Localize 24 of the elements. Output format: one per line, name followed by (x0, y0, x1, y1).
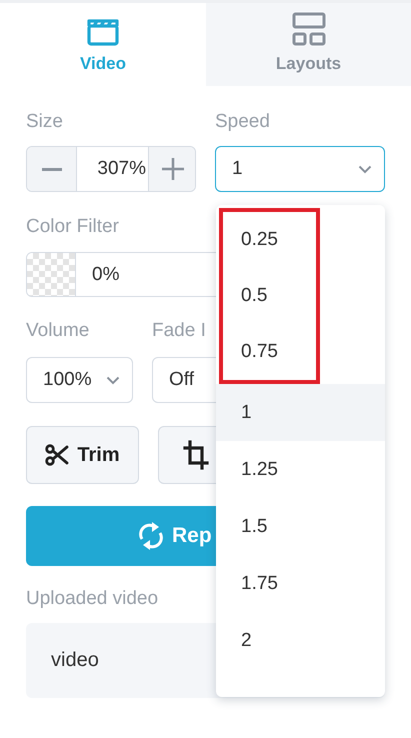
clapperboard-icon (87, 18, 119, 46)
field-label: Volume (26, 321, 90, 341)
refresh-icon (138, 521, 164, 551)
crop-icon (183, 440, 209, 470)
minus-button[interactable] (27, 147, 76, 191)
speed-option[interactable]: 1.25 (216, 441, 385, 498)
volume-select[interactable]: 100% (26, 357, 133, 403)
layout-icon (292, 12, 326, 46)
field-label: Fade I (152, 321, 207, 341)
speed-option[interactable]: 1 (216, 384, 385, 441)
chevron-down-icon (358, 164, 372, 174)
plus-button[interactable] (149, 147, 195, 191)
plus-icon (162, 158, 184, 180)
field-label: Size (26, 112, 64, 132)
speed-option[interactable]: 0.75 (223, 324, 316, 380)
field-label: Uploaded video (26, 589, 160, 609)
speed-select[interactable]: 1 (215, 146, 385, 192)
minus-icon (42, 168, 62, 170)
field-label: Color Filter (26, 217, 120, 237)
field-label: Speed (215, 112, 271, 132)
scissors-icon (45, 444, 70, 466)
chevron-down-icon (106, 376, 120, 384)
transparency-swatch (27, 253, 76, 296)
trim-button[interactable]: Trim (26, 426, 139, 484)
